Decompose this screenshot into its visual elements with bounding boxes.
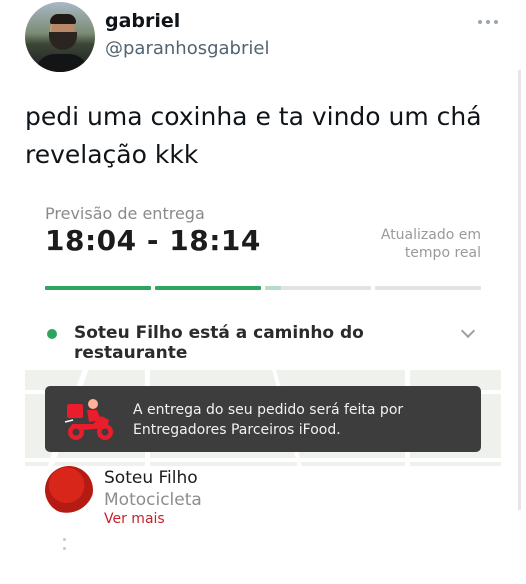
avatar-hair — [50, 14, 76, 24]
status-dot-icon — [47, 329, 57, 339]
progress-segment — [45, 286, 151, 290]
see-more-link[interactable]: Ver mais — [104, 511, 165, 527]
avatar-shirt — [35, 54, 89, 72]
avatar-beard — [49, 32, 77, 50]
progress-segment — [155, 286, 261, 290]
user-handle[interactable]: @paranhosgabriel — [105, 38, 269, 59]
profile-avatar[interactable] — [25, 2, 95, 72]
updated-line-1: Atualizado em — [380, 227, 481, 243]
progress-segment — [265, 286, 371, 290]
delivery-progress-bar — [45, 286, 481, 290]
status-text: Soteu Filho está a caminho do restaurant… — [74, 323, 364, 363]
delivery-notice-text: A entrega do seu pedido será feita por E… — [133, 402, 404, 438]
status-row[interactable]: Soteu Filho está a caminho do restaurant… — [45, 320, 481, 363]
driver-name: Soteu Filho — [104, 468, 198, 488]
eta-value: 18:04 - 18:14 — [45, 224, 261, 257]
eta-label: Previsão de entrega — [45, 204, 205, 223]
progress-segment — [375, 286, 481, 290]
realtime-update-note: Atualizado em tempo real — [350, 226, 481, 262]
timeline-dots-icon — [63, 538, 67, 552]
delivery-notice: A entrega do seu pedido será feita por E… — [45, 386, 481, 452]
updated-line-2: tempo real — [404, 245, 481, 261]
delivery-courier-icon — [64, 399, 113, 440]
display-name[interactable]: gabriel — [105, 10, 180, 32]
scrollbar[interactable] — [518, 70, 521, 510]
driver-vehicle: Motocicleta — [104, 490, 202, 510]
tweet-text: pedi uma coxinha e ta vindo um chá revel… — [25, 102, 482, 169]
more-horizontal-icon[interactable] — [478, 14, 502, 30]
driver-avatar — [45, 466, 93, 514]
